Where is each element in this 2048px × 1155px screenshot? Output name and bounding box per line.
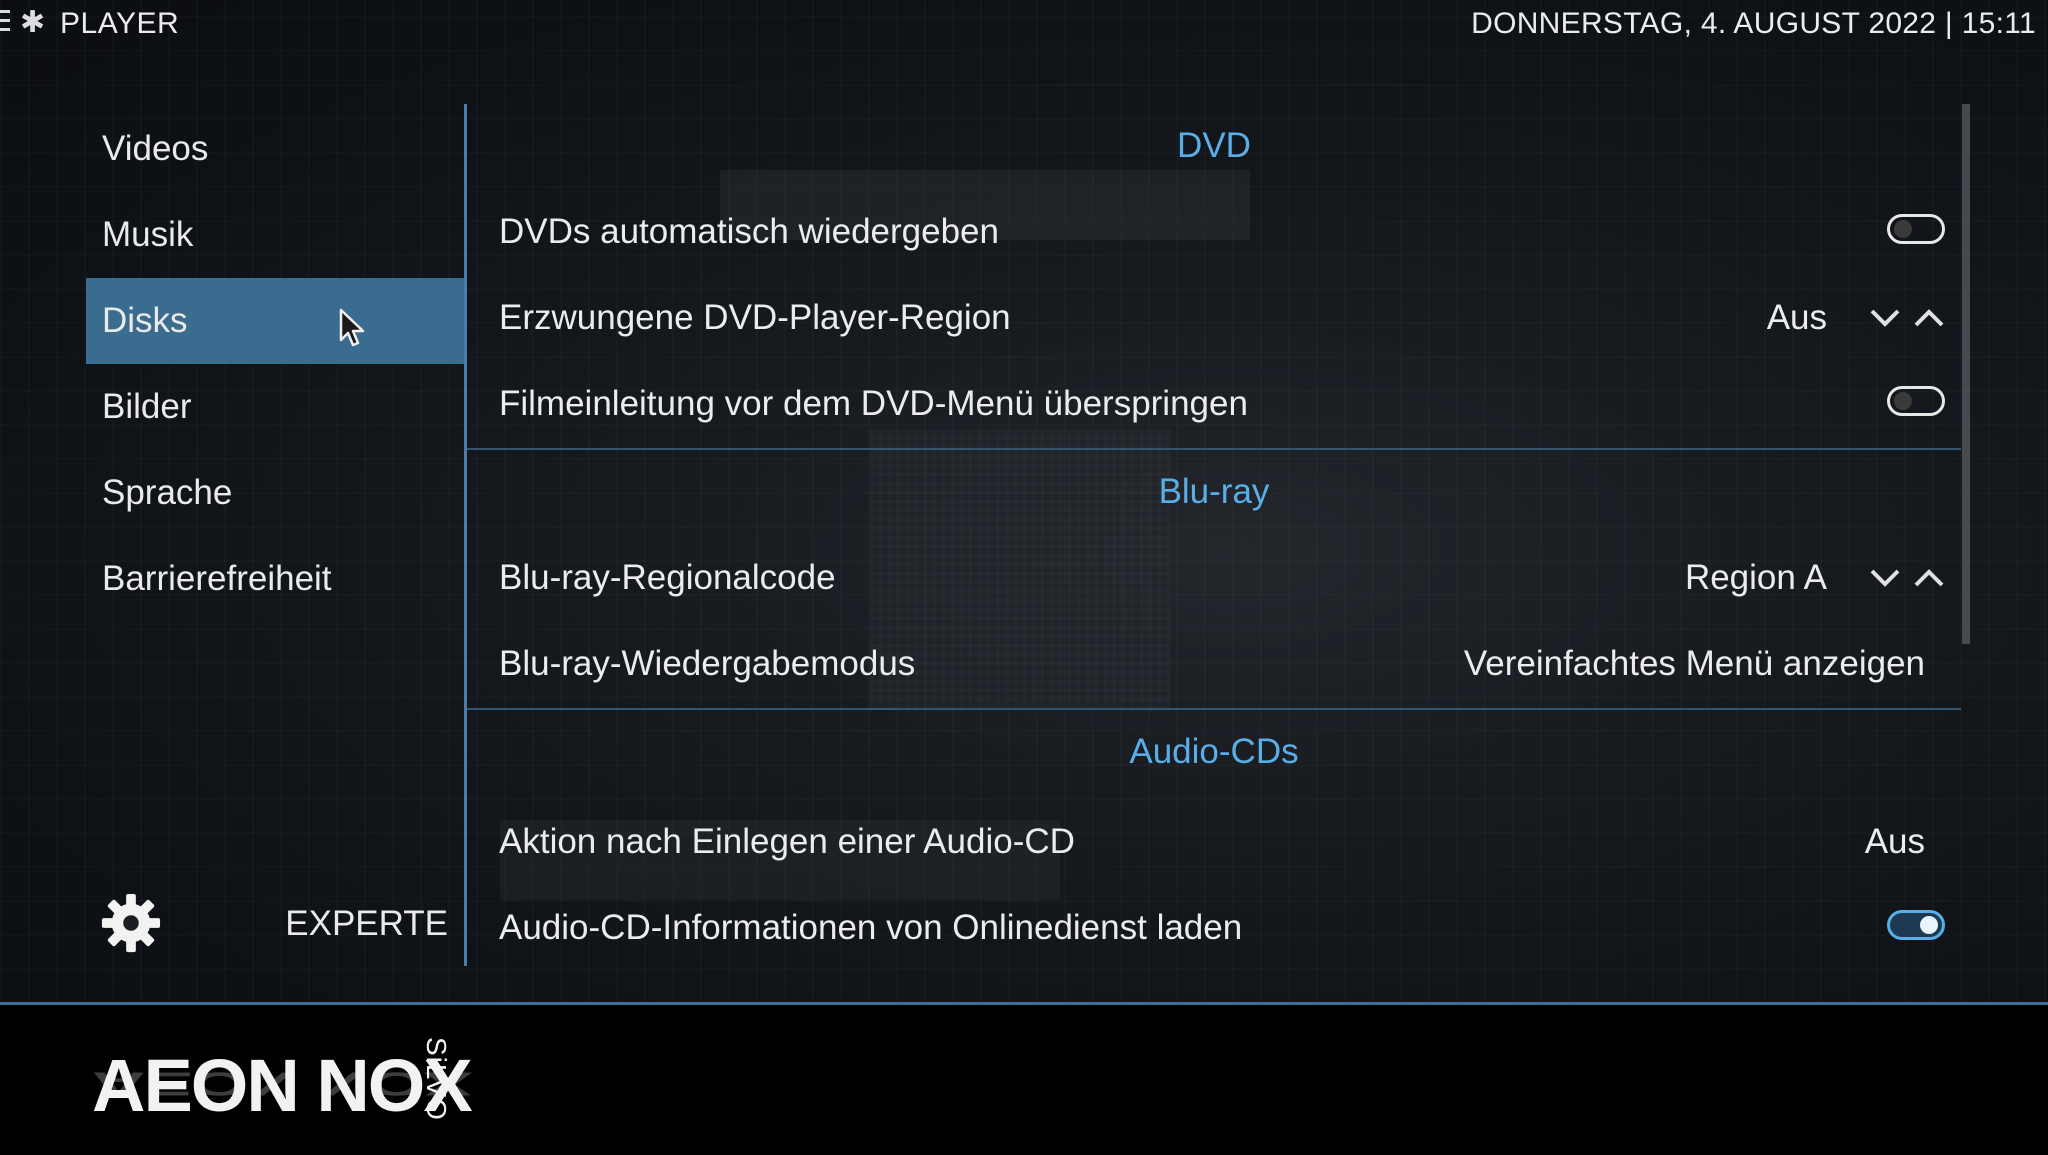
skin-logo: AEON NOX AEON NOX SiLVO — [92, 1037, 473, 1127]
settings-list: DVD DVDs automatisch wiedergeben Erzwung… — [467, 104, 1961, 966]
setting-value: Aus — [1766, 298, 1827, 337]
section-title: PLAYER — [60, 7, 180, 40]
settings-categories: Videos Musik Disks Bilder Sprache Barrie… — [86, 106, 464, 622]
chevron-down-icon[interactable] — [1869, 306, 1901, 330]
settings-level-label: EXPERTE — [285, 904, 448, 943]
group-title: Blu-ray — [1158, 472, 1270, 511]
setting-audiocd-action[interactable]: Aktion nach Einlegen einer Audio-CD Aus — [467, 800, 1961, 886]
group-title: Audio-CDs — [1129, 732, 1299, 771]
logo-subtext: SiLVO — [421, 1037, 452, 1121]
sidebar-item-musik[interactable]: Musik — [86, 192, 464, 278]
group-header-bluray: Blu-ray — [467, 450, 1961, 536]
setting-bluray-playback[interactable]: Blu-ray-Wiedergabemodus Vereinfachtes Me… — [467, 622, 1961, 708]
gear-icon — [101, 893, 161, 953]
sidebar-item-label: Bilder — [102, 387, 192, 426]
setting-dvd-skip-intro[interactable]: Filmeinleitung vor dem DVD-Menü überspri… — [467, 362, 1961, 448]
setting-label: Blu-ray-Wiedergabemodus — [499, 644, 916, 683]
setting-label: DVDs automatisch wiedergeben — [499, 212, 999, 251]
sidebar-item-label: Sprache — [102, 473, 233, 512]
setting-label: Audio-CD-Informationen von Onlinedienst … — [499, 908, 1243, 947]
sidebar-item-disks[interactable]: Disks — [86, 278, 464, 364]
setting-label: Erzwungene DVD-Player-Region — [499, 298, 1011, 337]
menu-icon[interactable] — [0, 10, 10, 34]
setting-audiocd-online[interactable]: Audio-CD-Informationen von Onlinedienst … — [467, 886, 1961, 966]
setting-value: Vereinfachtes Menü anzeigen — [1463, 644, 1925, 683]
scrollbar[interactable] — [1962, 104, 1970, 644]
sidebar-item-bilder[interactable]: Bilder — [86, 364, 464, 450]
group-title: DVD — [1177, 126, 1251, 165]
sidebar-item-barrierefreiheit[interactable]: Barrierefreiheit — [86, 536, 464, 622]
date-time: DONNERSTAG, 4. AUGUST 2022 | 15:11 — [1471, 7, 2036, 40]
footer-bar: AEON NOX AEON NOX SiLVO — [0, 1002, 2048, 1155]
setting-dvd-region[interactable]: Erzwungene DVD-Player-Region Aus — [467, 276, 1961, 362]
setting-dvd-autoplay[interactable]: DVDs automatisch wiedergeben — [467, 190, 1961, 276]
top-bar: ✱ PLAYER DONNERSTAG, 4. AUGUST 2022 | 15… — [0, 0, 2048, 48]
group-header-audiocd: Audio-CDs — [467, 710, 1961, 800]
chevron-up-icon[interactable] — [1913, 566, 1945, 590]
setting-bluray-region[interactable]: Blu-ray-Regionalcode Region A — [467, 536, 1961, 622]
setting-label: Filmeinleitung vor dem DVD-Menü überspri… — [499, 384, 1248, 423]
player-icon: ✱ — [20, 6, 46, 39]
sidebar-item-sprache[interactable]: Sprache — [86, 450, 464, 536]
group-header-dvd: DVD — [467, 104, 1961, 190]
chevron-down-icon[interactable] — [1869, 566, 1901, 590]
chevron-up-icon[interactable] — [1913, 306, 1945, 330]
setting-value: Aus — [1864, 822, 1925, 861]
sidebar-item-label: Barrierefreiheit — [102, 559, 332, 598]
dvd-skip-intro-toggle[interactable] — [1887, 386, 1945, 416]
sidebar-item-label: Disks — [102, 301, 188, 340]
setting-label: Aktion nach Einlegen einer Audio-CD — [499, 822, 1075, 861]
setting-value: Region A — [1684, 558, 1827, 597]
sidebar-item-label: Musik — [102, 215, 194, 254]
audiocd-online-toggle[interactable] — [1887, 910, 1945, 940]
setting-label: Blu-ray-Regionalcode — [499, 558, 836, 597]
sidebar-item-label: Videos — [102, 129, 209, 168]
settings-level-button[interactable]: EXPERTE — [100, 892, 464, 956]
mouse-cursor-icon — [339, 308, 365, 347]
sidebar-item-videos[interactable]: Videos — [86, 106, 464, 192]
dvd-autoplay-toggle[interactable] — [1887, 214, 1945, 244]
